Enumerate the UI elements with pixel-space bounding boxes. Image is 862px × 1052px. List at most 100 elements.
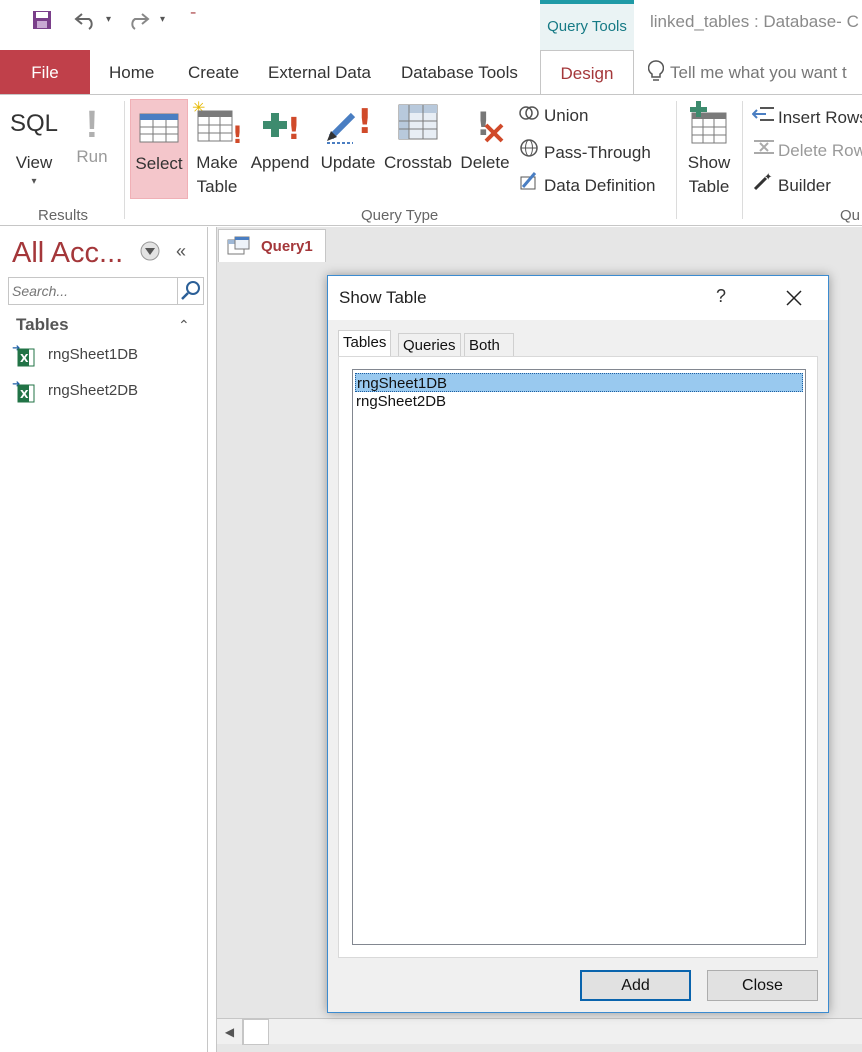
nav-item-rngsheet2db[interactable]: ➜ X rngSheet2DB xyxy=(12,377,138,405)
save-icon[interactable] xyxy=(32,10,52,36)
view-label: View xyxy=(15,153,53,172)
show-table-icon xyxy=(690,101,727,144)
run-icon: ! xyxy=(85,104,99,146)
group-separator xyxy=(742,101,743,219)
query-icon xyxy=(227,236,251,261)
insert-rows-icon xyxy=(751,105,774,128)
group-separator xyxy=(676,101,677,219)
group-separator xyxy=(124,101,125,219)
run-button[interactable]: ! Run xyxy=(70,103,114,169)
select-query-icon xyxy=(139,113,179,143)
close-button[interactable]: Close xyxy=(707,970,818,1001)
tab-create[interactable]: Create xyxy=(180,50,247,95)
tab-database-tools[interactable]: Database Tools xyxy=(393,50,526,95)
union-icon xyxy=(518,105,540,126)
delete-button[interactable]: ! Delete xyxy=(458,99,512,175)
close-icon[interactable] xyxy=(778,282,810,314)
tell-me-text: Tell me what you want t xyxy=(670,62,847,82)
undo-dropdown-icon[interactable]: ▾ xyxy=(106,14,111,25)
crosstab-icon xyxy=(398,104,438,140)
table-listbox[interactable]: rngSheet1DB rngSheet2DB xyxy=(352,369,806,945)
nav-search-box xyxy=(8,277,204,305)
window-title: linked_tables : Database- C xyxy=(650,12,859,31)
nav-section-tables[interactable]: Tables xyxy=(16,315,69,335)
svg-text:!: ! xyxy=(287,112,301,145)
linked-excel-table-icon: ➜ X xyxy=(12,379,35,403)
collapse-pane-icon[interactable]: « xyxy=(176,241,186,262)
tab-file[interactable]: File xyxy=(0,50,90,95)
lightbulb-icon xyxy=(647,60,665,87)
builder-wand-icon: ✦ xyxy=(752,171,774,196)
list-item[interactable]: rngSheet1DB xyxy=(355,373,803,392)
collapse-section-icon[interactable]: ⌃ xyxy=(178,317,190,334)
svg-text:!: ! xyxy=(232,121,242,145)
tab-external-data[interactable]: External Data xyxy=(260,50,379,95)
context-tab-query-tools: Query Tools xyxy=(540,0,634,50)
builder-button[interactable]: ✦ Builder xyxy=(752,171,831,196)
help-button[interactable]: ? xyxy=(716,286,726,307)
append-button[interactable]: ! Append xyxy=(248,99,312,175)
make-table-label-2: Table xyxy=(196,177,238,196)
make-table-button[interactable]: ✳ ! Make Table xyxy=(192,99,242,199)
list-item[interactable]: rngSheet2DB xyxy=(355,392,803,411)
nav-item-label: rngSheet2DB xyxy=(48,382,139,399)
crosstab-button[interactable]: Crosstab xyxy=(382,99,454,175)
show-table-dialog: Show Table ? Tables Queries Both rngShee… xyxy=(327,275,829,1013)
append-label: Append xyxy=(250,153,310,172)
nav-item-rngsheet1db[interactable]: ➜ X rngSheet1DB xyxy=(12,341,138,369)
delete-rows-label: Delete Rows xyxy=(778,141,862,160)
tab-design[interactable]: Design xyxy=(540,50,634,95)
delete-rows-button[interactable]: Delete Rows xyxy=(752,138,862,161)
delete-label: Delete xyxy=(460,153,510,172)
chevron-down-icon: ▾ xyxy=(31,176,37,187)
group-label-query-type: Query Type xyxy=(361,207,439,224)
show-table-label-1: Show xyxy=(687,153,731,172)
data-definition-label: Data Definition xyxy=(544,176,656,195)
insert-rows-label: Insert Rows xyxy=(778,108,862,127)
delete-rows-icon xyxy=(752,138,774,161)
search-icon[interactable] xyxy=(177,278,203,304)
document-tab-query1[interactable]: Query1 xyxy=(218,229,326,262)
select-label: Select xyxy=(135,154,183,173)
pass-through-button[interactable]: Pass-Through xyxy=(518,138,651,163)
globe-icon xyxy=(518,138,540,163)
dialog-tab-panel: rngSheet1DB rngSheet2DB xyxy=(338,356,818,958)
update-button[interactable]: ! Update xyxy=(318,99,378,175)
group-label-results: Results xyxy=(38,207,89,224)
builder-label: Builder xyxy=(778,176,831,195)
redo-dropdown-icon[interactable]: ▾ xyxy=(160,14,165,25)
view-button[interactable]: SQL View ▾ xyxy=(8,107,60,189)
redo-icon[interactable] xyxy=(126,10,150,36)
svg-text:X: X xyxy=(20,388,29,401)
horizontal-scrollbar[interactable]: ◀ xyxy=(217,1018,862,1045)
ribbon: SQL View ▾ ! Run Results Select ✳ ! Make… xyxy=(0,94,862,226)
customize-qat-icon[interactable]: ⁼ xyxy=(190,8,196,22)
update-icon: ! xyxy=(327,102,373,144)
nav-menu-dropdown-icon[interactable] xyxy=(140,241,160,266)
scroll-left-arrow-icon[interactable]: ◀ xyxy=(217,1019,243,1045)
data-definition-button[interactable]: Data Definition xyxy=(518,171,656,196)
scrollbar-thumb[interactable] xyxy=(243,1019,269,1045)
select-query-button[interactable]: Select xyxy=(130,99,188,199)
pass-through-label: Pass-Through xyxy=(544,143,651,162)
document-tab-label: Query1 xyxy=(261,238,313,255)
crosstab-label: Crosstab xyxy=(383,153,453,172)
insert-rows-button[interactable]: Insert Rows xyxy=(751,105,862,128)
tab-home[interactable]: Home xyxy=(101,50,162,95)
tell-me-box[interactable]: Tell me what you want t xyxy=(647,60,847,87)
nav-item-label: rngSheet1DB xyxy=(48,346,139,363)
undo-icon[interactable] xyxy=(74,10,98,36)
group-label-query-setup: Qu xyxy=(840,207,861,224)
make-table-label-1: Make xyxy=(196,153,238,172)
run-label: Run xyxy=(76,147,108,166)
union-button[interactable]: Union xyxy=(518,105,588,126)
add-button[interactable]: Add xyxy=(580,970,691,1001)
show-table-button[interactable]: Show Table xyxy=(682,99,736,199)
append-icon: ! xyxy=(263,112,301,145)
search-input[interactable] xyxy=(9,278,175,304)
nav-pane-title[interactable]: All Acc... xyxy=(12,237,123,270)
union-label: Union xyxy=(544,106,589,125)
navigation-pane: All Acc... « Tables ⌃ ➜X rngSheet1DB ➜X … xyxy=(0,227,208,1052)
dialog-titlebar[interactable]: Show Table ? xyxy=(328,276,828,320)
update-label: Update xyxy=(320,153,376,172)
